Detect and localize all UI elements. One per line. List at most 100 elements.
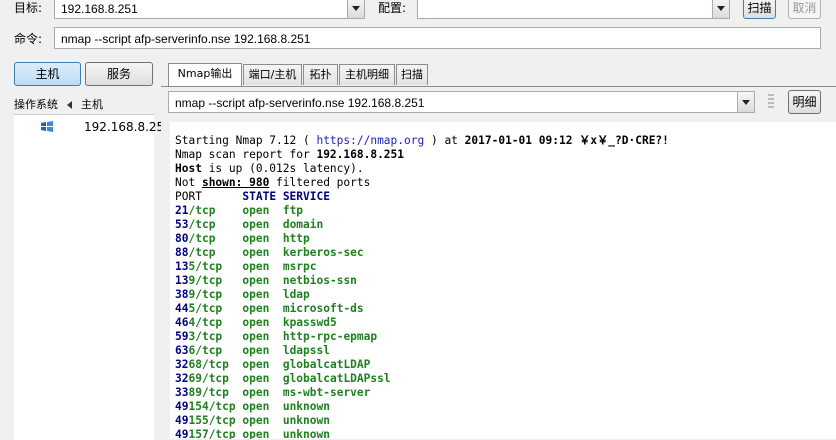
port-service: ldap (282, 288, 310, 301)
port-table: 21/tcp open ftp 53/tcp open domain 80/tc… (175, 204, 391, 439)
host-column-header[interactable]: 主机 (81, 97, 103, 113)
cancel-button[interactable]: 取消 (788, 0, 821, 19)
host-ip[interactable]: 192.168.8.25 (84, 119, 164, 135)
port-row: 445/tcp open microsoft-ds (175, 302, 364, 315)
port-row: 135/tcp open msrpc (175, 260, 317, 273)
start-time: 2017-01-01 09:12 (464, 134, 573, 147)
output-dropdown-button[interactable] (737, 92, 754, 112)
host-list-header[interactable]: 操作系统 主机 (14, 96, 154, 114)
profile-label: 配置: (378, 1, 407, 15)
port-row: 80/tcp open http (175, 232, 310, 245)
start-prefix: Starting Nmap 7.12 ( (175, 134, 317, 147)
port-service: unknown (282, 400, 330, 413)
grip-handle-icon (768, 94, 774, 110)
host-tail: is up (0.012s latency). (201, 162, 364, 175)
chevron-down-icon (352, 5, 360, 11)
port-state: open (242, 302, 270, 315)
chevron-down-icon (717, 5, 725, 11)
port-number: 49154/tcp (175, 400, 236, 413)
target-value[interactable]: 192.168.8.251 (61, 1, 138, 17)
port-number: 389/tcp (175, 288, 223, 301)
port-row: 636/tcp open ldapssl (175, 344, 330, 357)
port-state: open (242, 260, 270, 273)
port-number: 445/tcp (175, 302, 223, 315)
port-service: msrpc (282, 260, 317, 273)
port-state: open (242, 330, 270, 343)
port-service: domain (282, 218, 324, 231)
port-number: 139/tcp (175, 274, 223, 287)
port-state: open (242, 288, 270, 301)
port-service: netbios-ssn (282, 274, 357, 287)
port-row: 21/tcp open ftp (175, 204, 303, 217)
nmap-output-text[interactable]: Starting Nmap 7.12 ( https://nmap.org ) … (170, 122, 836, 439)
port-state: open (242, 232, 270, 245)
hosts-button[interactable]: 主机 (14, 62, 81, 86)
scan-button[interactable]: 扫描 (743, 0, 776, 19)
port-number: 49155/tcp (175, 414, 236, 427)
tab-scans[interactable]: 扫描 (396, 64, 428, 85)
host-list[interactable]: 192.168.8.25 (14, 114, 164, 440)
details-button[interactable]: 明细 (788, 90, 821, 114)
port-row: 49154/tcp open unknown (175, 400, 330, 413)
os-column-header[interactable]: 操作系统 (14, 97, 58, 113)
port-service: http (282, 232, 310, 245)
port-state: open (242, 218, 270, 231)
port-row: 139/tcp open netbios-ssn (175, 274, 357, 287)
port-row: 88/tcp open kerberos-sec (175, 246, 364, 259)
command-input[interactable]: nmap --script afp-serverinfo.nse 192.168… (54, 27, 821, 49)
output-command-select[interactable]: nmap --script afp-serverinfo.nse 192.168… (168, 91, 755, 113)
output-command-value[interactable]: nmap --script afp-serverinfo.nse 192.168… (175, 95, 424, 111)
port-row: 389/tcp open ldap (175, 288, 310, 301)
sort-arrow-icon (67, 101, 72, 109)
profile-dropdown-button[interactable] (712, 0, 729, 18)
port-service: globalcatLDAP (282, 358, 371, 371)
notshown-prefix: Not (175, 176, 202, 189)
port-number: 88/tcp (175, 246, 216, 259)
port-service: http-rpc-epmap (282, 330, 378, 343)
tab-host-details[interactable]: 主机明细 (339, 64, 395, 85)
tab-topology[interactable]: 拓扑 (303, 64, 338, 85)
chevron-down-icon (742, 99, 750, 105)
port-state: open (242, 316, 270, 329)
port-service: kerberos-sec (282, 246, 364, 259)
port-state: open (242, 344, 270, 357)
host-row[interactable]: 192.168.8.25 (14, 118, 164, 136)
target-dropdown-button[interactable] (347, 0, 364, 18)
notshown-tail: filtered ports (269, 176, 371, 189)
state-header: STATE (242, 190, 277, 203)
windows-icon (41, 121, 53, 132)
port-number: 80/tcp (175, 232, 216, 245)
port-row: 49157/tcp open unknown (175, 428, 330, 439)
notshown-count: shown: 980 (201, 176, 270, 189)
output-content: Starting Nmap 7.12 ( https://nmap.org ) … (175, 134, 669, 439)
port-number: 135/tcp (175, 260, 223, 273)
port-service: unknown (282, 428, 330, 439)
tab-nmap-output[interactable]: Nmap输出 (168, 63, 242, 86)
port-state: open (242, 274, 270, 287)
target-combobox[interactable]: 192.168.8.251 (54, 0, 365, 19)
port-state: open (242, 400, 270, 413)
port-state: open (242, 246, 270, 259)
port-number: 21/tcp (175, 204, 216, 217)
port-service: ms-wbt-server (282, 386, 371, 399)
port-row: 53/tcp open domain (175, 218, 323, 231)
port-row: 3269/tcp open globalcatLDAPssl (175, 372, 391, 385)
command-label: 命令: (14, 32, 43, 46)
port-service: globalcatLDAPssl (282, 372, 391, 385)
profile-combobox[interactable] (417, 0, 730, 19)
port-number: 53/tcp (175, 218, 216, 231)
command-value[interactable]: nmap --script afp-serverinfo.nse 192.168… (61, 31, 310, 47)
services-button[interactable]: 服务 (85, 62, 153, 86)
host-word: Host (175, 162, 202, 175)
tab-ports-hosts[interactable]: 端口/主机 (243, 64, 302, 85)
port-row: 49155/tcp open unknown (175, 414, 330, 427)
port-row: 593/tcp open http-rpc-epmap (175, 330, 377, 343)
report-ip: 192.168.8.251 (316, 148, 405, 161)
port-row: 3389/tcp open ms-wbt-server (175, 386, 370, 399)
port-number: 3268/tcp (175, 358, 229, 371)
port-service: ldapssl (282, 344, 330, 357)
nmap-url-link[interactable]: https://nmap.org (316, 134, 424, 147)
service-header: SERVICE (282, 190, 330, 203)
port-state: open (242, 386, 270, 399)
report-prefix: Nmap scan report for (175, 148, 317, 161)
